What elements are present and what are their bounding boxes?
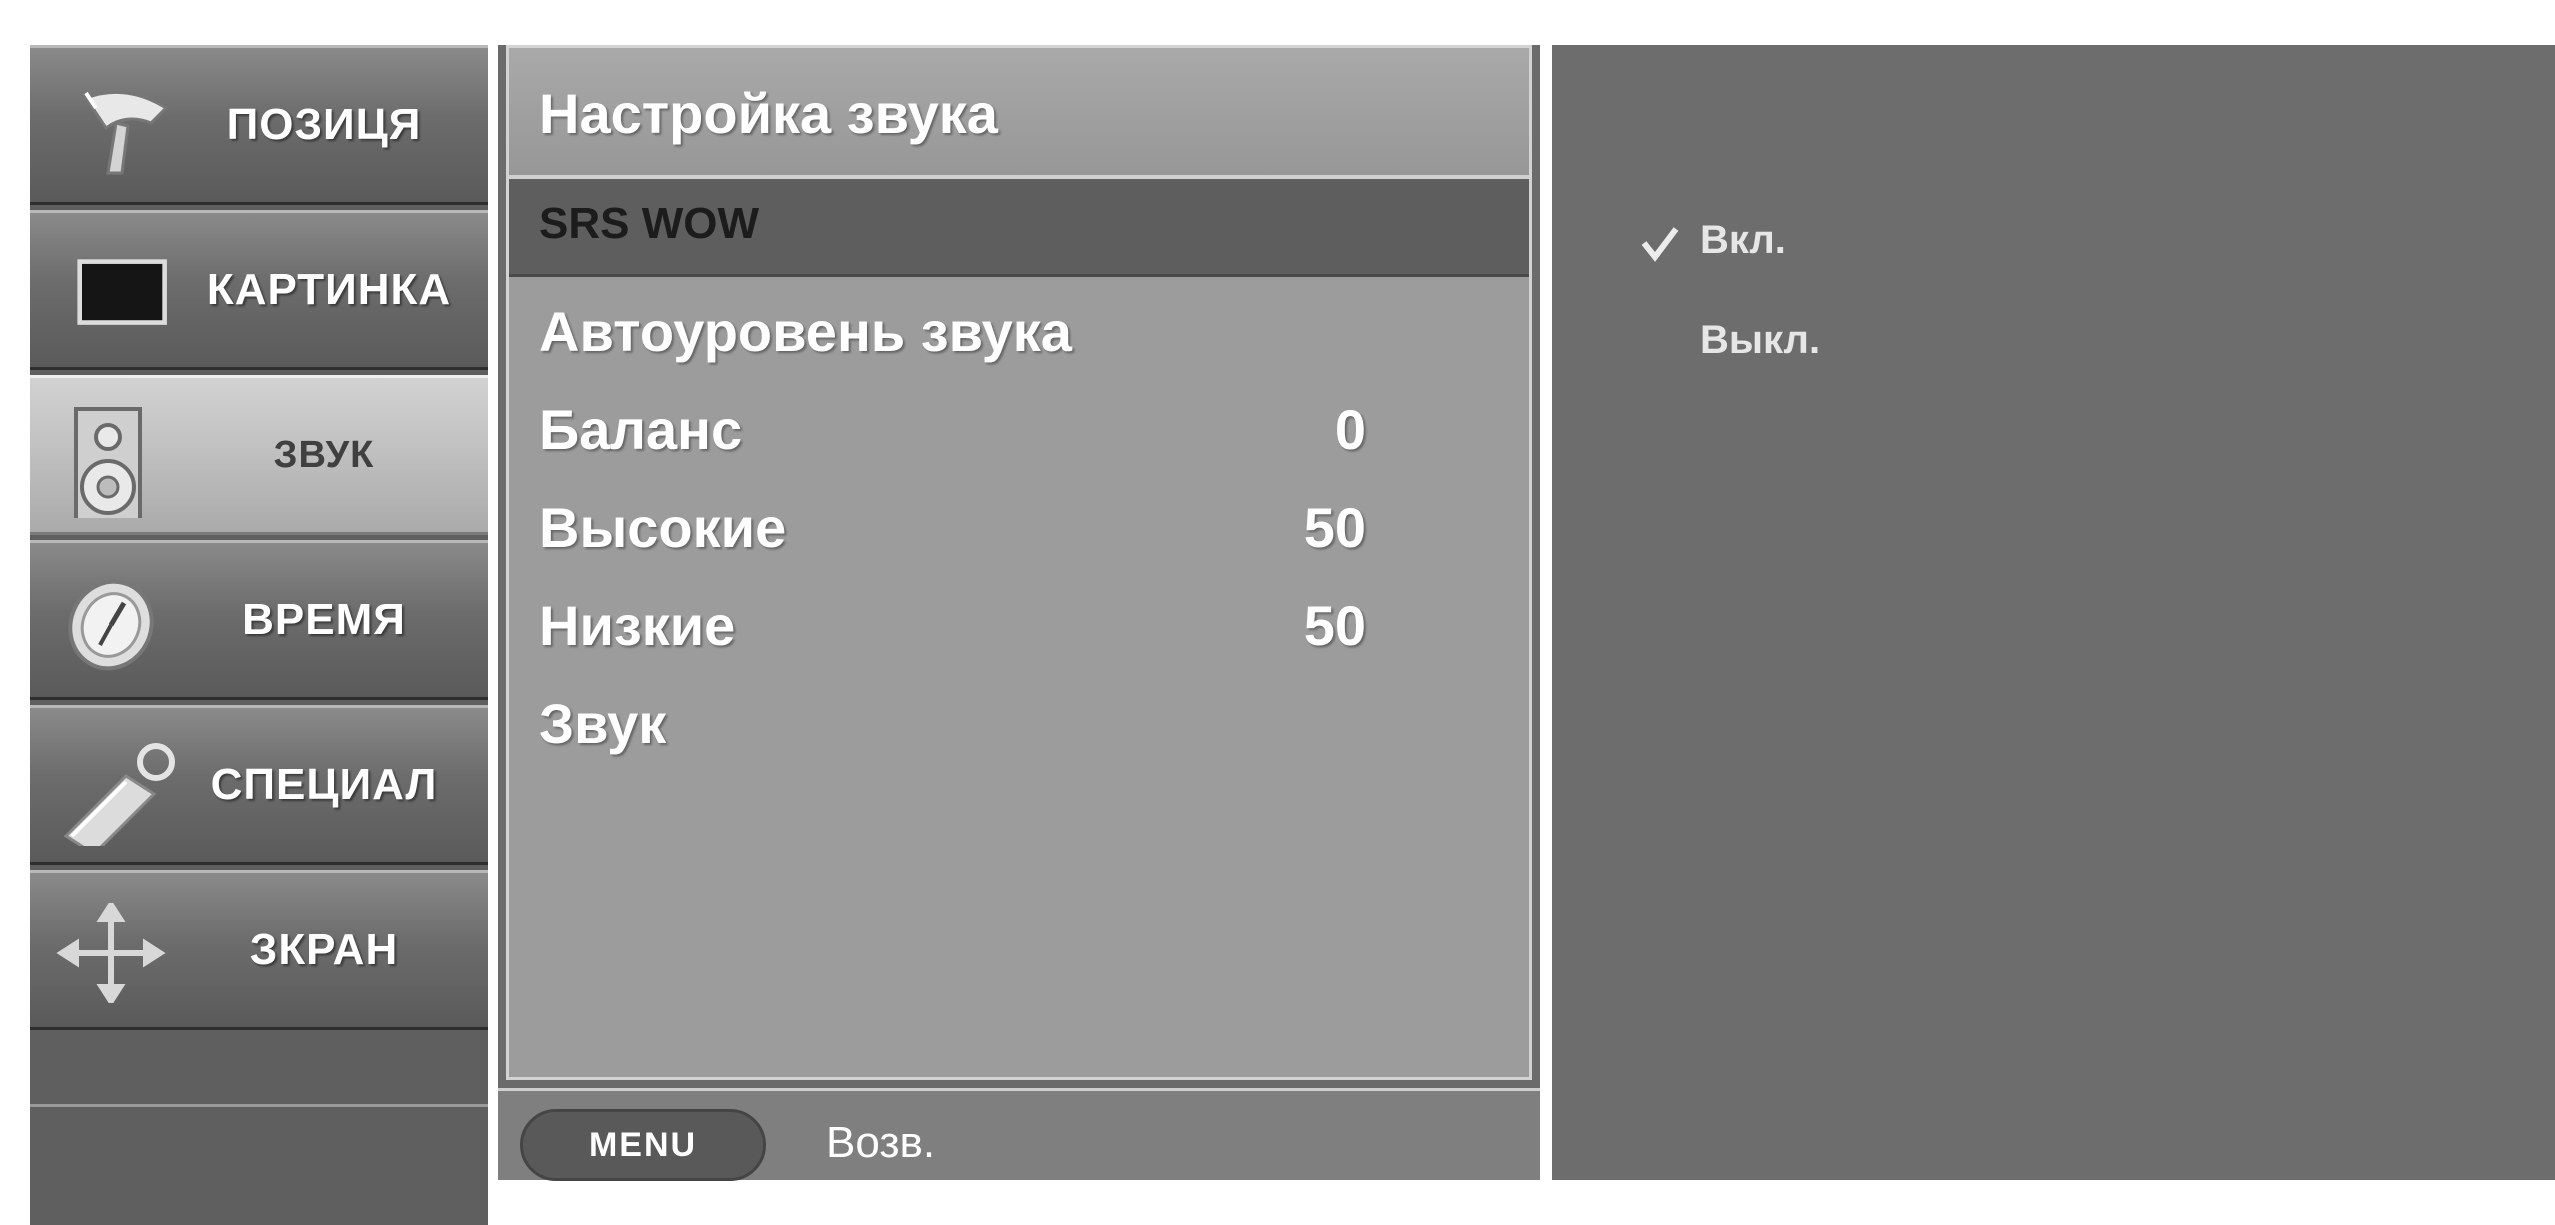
tv-screen-icon [77, 259, 167, 325]
sidebar-item-label: КАРТИНКА [206, 265, 452, 314]
menu-item-bass[interactable]: Низкие 50 [509, 577, 1529, 675]
sidebar-item-label: ЗВУК [273, 433, 375, 476]
back-label: Возв. [826, 1118, 936, 1167]
menu-item-value: 0 [1334, 398, 1366, 461]
menu-button[interactable]: MENU [520, 1109, 766, 1181]
move-arrows-icon [56, 903, 166, 1003]
option-off[interactable]: Выкл. [1700, 305, 1820, 375]
menu-item-balance[interactable]: Баланс 0 [509, 381, 1529, 479]
sidebar-item-time[interactable]: ВРЕМЯ [30, 540, 488, 700]
menu-item-srs-wow[interactable]: SRS WOW [509, 179, 1529, 277]
menu-item-treble[interactable]: Высокие 50 [509, 479, 1529, 577]
sidebar-item-special[interactable]: СПЕЦИАЛ [30, 705, 488, 865]
sidebar-item-label: ПОЗИЦЯ [226, 100, 422, 149]
sidebar-item-position[interactable]: ПОЗИЦЯ [30, 45, 488, 205]
menu-item-value: 50 [1303, 594, 1366, 657]
menu-item-label: Баланс [539, 398, 743, 461]
menu-list-panel: Настройка звука SRS WOW Автоуровень звук… [506, 45, 1532, 1080]
menu-item-label: SRS WOW [539, 199, 759, 248]
key-tag-icon [63, 743, 175, 846]
sidebar-item-label: ВРЕМЯ [242, 595, 406, 644]
menu-footer: MENU Возв. [498, 1088, 1540, 1181]
checkmark-icon [1641, 227, 1679, 262]
menu-item-label: Автоуровень звука [539, 300, 1072, 363]
menu-item-sound[interactable]: Звук [509, 675, 1529, 773]
options-panel: Вкл. Выкл. [1552, 45, 2555, 1180]
sidebar-item-picture[interactable]: КАРТИНКА [30, 210, 488, 370]
menu-item-label: Низкие [539, 594, 736, 657]
clock-icon [68, 579, 154, 671]
option-on[interactable]: Вкл. [1700, 205, 1786, 275]
sidebar-item-label: ЗКРАН [249, 925, 399, 974]
satellite-dish-icon [83, 90, 169, 175]
menu-item-label: Звук [539, 692, 667, 755]
sound-settings-menu: Настройка звука SRS WOW Автоуровень звук… [498, 45, 1540, 1181]
sidebar-item-sound[interactable]: ЗВУК [30, 375, 488, 535]
menu-title: Настройка звука [509, 48, 1529, 179]
menu-item-label: Высокие [539, 496, 787, 559]
sidebar-empty-slot [30, 1104, 488, 1225]
category-sidebar: ПОЗИЦЯ КАРТИНКА ЗВУК ВРЕМЯ СПЕЦИАЛ ЗКРАН [30, 45, 488, 1225]
menu-item-auto-volume[interactable]: Автоуровень звука [509, 283, 1529, 381]
sidebar-item-label: СПЕЦИАЛ [210, 760, 438, 809]
sidebar-item-screen[interactable]: ЗКРАН [30, 870, 488, 1030]
menu-item-value: 50 [1303, 496, 1366, 559]
